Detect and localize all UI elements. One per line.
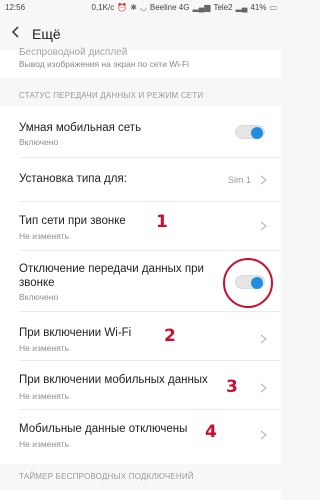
app-header: Ещё [0,16,281,50]
row-title: При включении Wi-Fi [19,327,132,339]
annotation-marker-2: 2 [164,326,176,346]
row-on-mobile-data-enable[interactable]: При включении мобильных данных Не изменя… [0,361,281,409]
list-item-wireless-display[interactable]: Беспроводной дисплей Вывод изображения н… [0,47,281,78]
annotation-marker-3: 3 [226,377,238,397]
sim-value: Sim 1 [227,175,251,185]
row-subtitle: Не изменять [19,439,70,449]
smart-network-toggle[interactable] [235,125,265,139]
row-type-setup[interactable]: Установка типа для: Sim 1 [0,158,281,201]
row-title-line2: звонке [19,277,55,289]
row-title: Установка типа для: [19,173,127,185]
net-speed: 0,1K/c [91,3,115,12]
row-smart-network[interactable]: Умная мобильная сеть Включено [0,106,281,157]
status-bar: 12:56 0,1K/c ⏰ ✱ ◡ Beeline 4G ▂▄▆ Tele2 … [0,0,281,16]
row-subtitle: Не изменять [19,343,70,353]
chevron-right-icon [260,175,267,185]
carrier-2: Tele2 [213,3,233,12]
status-right: 0,1K/c ⏰ ✱ ◡ Beeline 4G ▂▄▆ Tele2 ▂▄ 41%… [92,3,277,12]
annotation-marker-4: 4 [205,422,217,442]
chevron-right-icon [260,334,267,344]
next-group-start [0,490,281,500]
row-subtitle: Включено [19,137,59,147]
battery-icon: ▭ [269,3,277,12]
settings-group: Умная мобильная сеть Включено Установка … [0,106,281,464]
signal-icon-2: ▂▄ [235,3,248,12]
row-title: Умная мобильная сеть [19,122,142,134]
bluetooth-icon: ✱ [130,3,137,12]
row-title: При включении мобильных данных [19,374,208,386]
toggle-knob [251,127,263,139]
annotation-marker-1: 1 [156,212,168,232]
section-label-wireless-timer: ТАЙМЕР БЕСПРОВОДНЫХ ПОДКЛЮЧЕНИЙ [19,472,194,481]
page-title: Ещё [32,26,61,42]
annotation-circle [223,258,273,308]
list-item-title: Беспроводной дисплей [19,47,128,58]
chevron-right-icon [260,430,267,440]
row-title: Тип сети при звонке [19,215,126,227]
wifi-icon: ◡ [139,3,147,12]
row-title-line1: Отключение передачи данных при [19,263,204,275]
carrier-1: Beeline 4G [149,3,190,12]
row-network-on-call[interactable]: Тип сети при звонке Не изменять 1 [0,202,281,250]
row-on-wifi-enable[interactable]: При включении Wi-Fi Не изменять 2 [0,312,281,360]
row-subtitle: Включено [19,292,59,302]
row-mobile-data-off[interactable]: Мобильные данные отключены Не изменять 4 [0,410,281,464]
battery-level: 41% [250,3,267,12]
row-subtitle: Не изменять [19,391,70,401]
row-subtitle: Не изменять [19,231,70,241]
chevron-right-icon [260,383,267,393]
back-arrow-icon[interactable] [8,24,24,40]
status-time: 12:56 [5,3,26,12]
list-item-subtitle: Вывод изображения на экран по сети Wi-Fi [19,59,190,69]
alarm-icon: ⏰ [117,3,128,12]
row-disable-data-on-call[interactable]: Отключение передачи данных при звонке Вк… [0,251,281,311]
row-title: Мобильные данные отключены [19,423,188,435]
section-label-data-status: СТАТУС ПЕРЕДАЧИ ДАННЫХ И РЕЖИМ СЕТИ [19,91,204,100]
chevron-right-icon [260,221,267,231]
signal-icon: ▂▄▆ [192,3,211,12]
